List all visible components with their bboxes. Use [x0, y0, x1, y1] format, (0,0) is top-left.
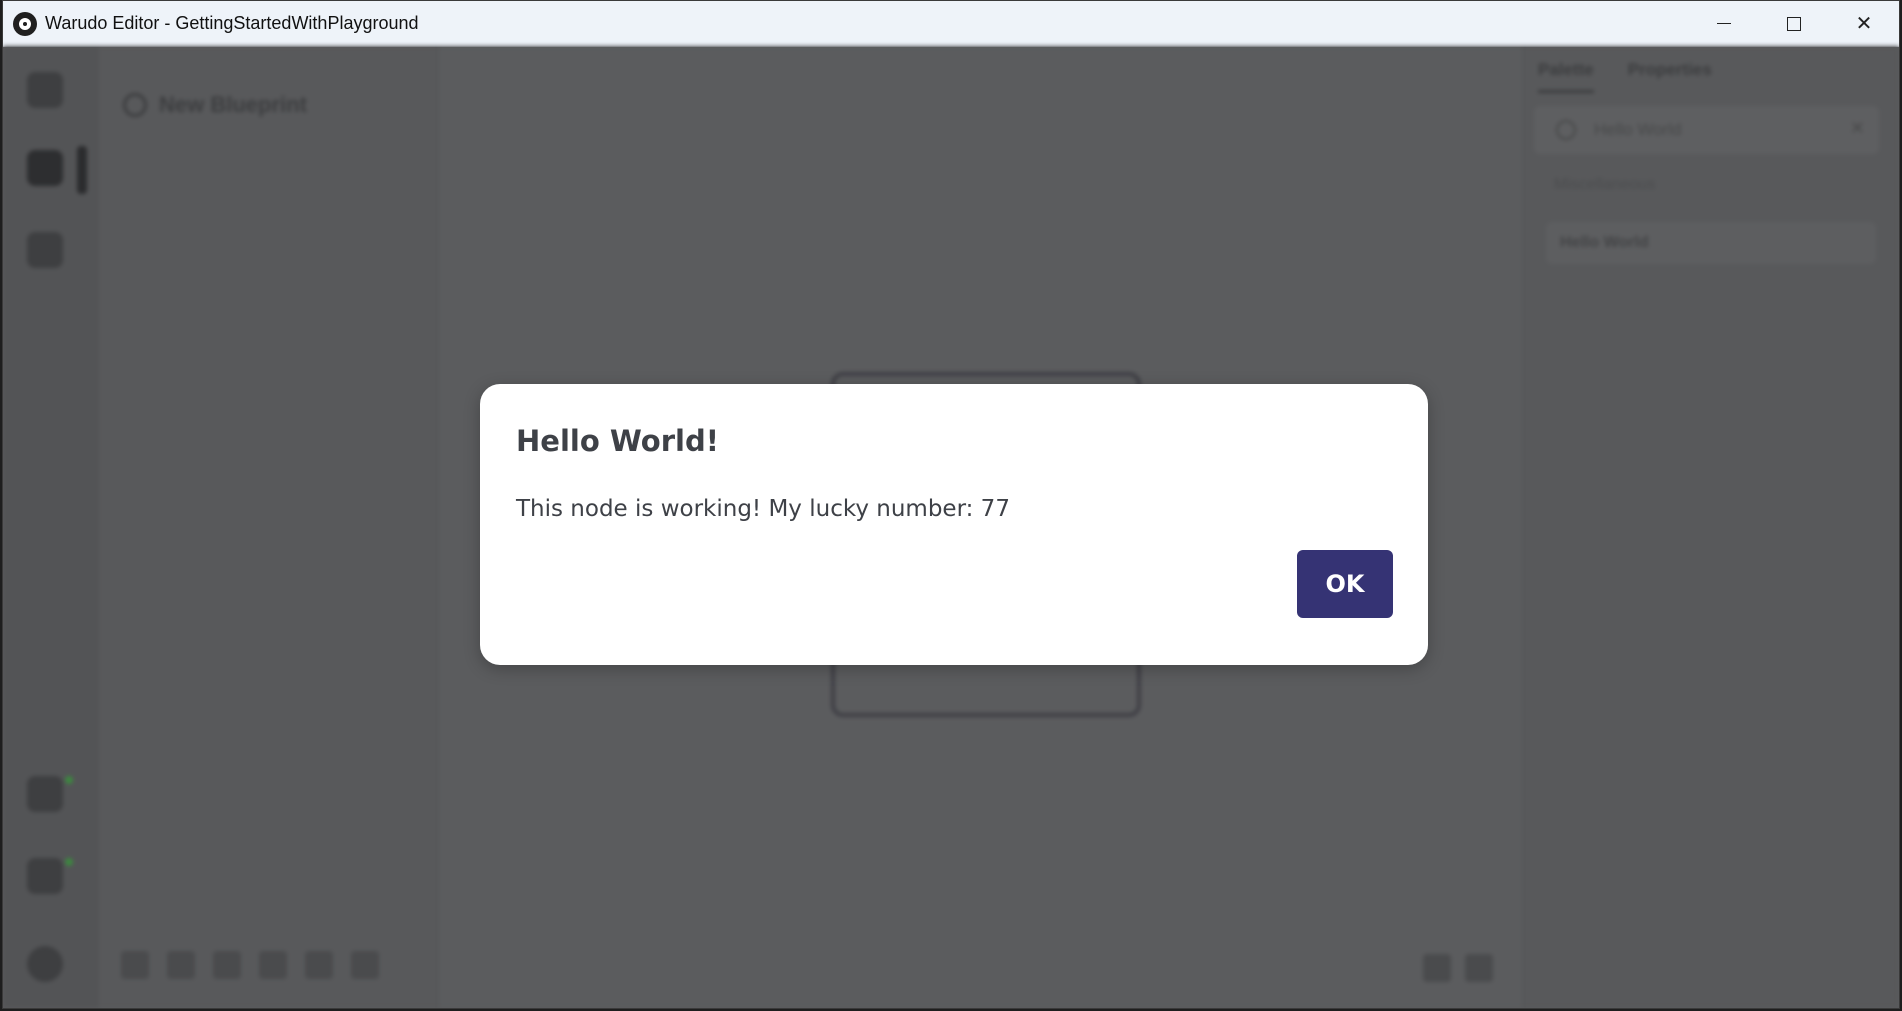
blueprint-outline-panel: New Blueprint: [99, 46, 438, 1008]
camera-status-icon: [27, 776, 63, 812]
palette-search: Hello World ✕: [1534, 106, 1879, 154]
maximize-button[interactable]: [1759, 1, 1829, 46]
window-controls: ✕: [1689, 1, 1899, 46]
add-node-icon: [121, 951, 149, 979]
maximize-icon: [1787, 16, 1801, 31]
dialog-message: This node is working! My lucky number: 7…: [516, 496, 1010, 522]
plugin-icon: [27, 232, 63, 268]
minimize-button[interactable]: [1689, 1, 1759, 46]
outline-title: New Blueprint: [159, 92, 307, 117]
blueprint-header-icon: [123, 93, 147, 117]
more-icon: [305, 951, 333, 979]
palette-section-title: Miscellaneous: [1554, 176, 1656, 193]
tracking-status-icon: [27, 858, 63, 894]
title-bar: Warudo Editor - GettingStartedWithPlaygr…: [3, 1, 1899, 47]
blueprint-icon: [27, 150, 63, 186]
tab-properties: Properties: [1627, 60, 1712, 79]
palette-panel: Palette Properties Hello World ✕ Miscell…: [1523, 46, 1899, 1008]
remove-icon: [167, 951, 195, 979]
minimize-icon: [1717, 23, 1731, 24]
undo-redo-tools: [1423, 954, 1493, 982]
tab-palette: Palette: [1538, 60, 1594, 93]
search-icon: [1556, 120, 1576, 140]
canvas-toolbar: [121, 951, 379, 979]
message-dialog: Hello World! This node is working! My lu…: [480, 384, 1428, 665]
status-badge: [65, 776, 73, 784]
edit-icon: [259, 951, 287, 979]
copy-icon: [213, 951, 241, 979]
window-title: Warudo Editor - GettingStartedWithPlaygr…: [45, 13, 419, 33]
outline-header: New Blueprint: [123, 92, 307, 118]
status-badge: [65, 858, 73, 866]
left-rail: [3, 46, 100, 1008]
close-button[interactable]: ✕: [1829, 1, 1899, 46]
search-value: Hello World: [1594, 120, 1682, 139]
palette-tabs: Palette Properties: [1538, 60, 1712, 93]
clear-icon: ✕: [1849, 118, 1865, 138]
undo-icon: [1423, 954, 1451, 982]
redo-icon: [1465, 954, 1493, 982]
app-window: Warudo Editor - GettingStartedWithPlaygr…: [2, 0, 1900, 1009]
panel-toggle-icon: [351, 951, 379, 979]
dialog-title: Hello World!: [516, 424, 719, 458]
ok-button[interactable]: OK: [1297, 550, 1393, 618]
palette-item: Hello World: [1546, 222, 1876, 264]
scene-icon: [27, 72, 63, 108]
close-icon: ✕: [1855, 13, 1873, 35]
avatar: [27, 946, 63, 982]
active-rail-marker: [77, 146, 87, 194]
warudo-logo-icon: [13, 11, 37, 36]
